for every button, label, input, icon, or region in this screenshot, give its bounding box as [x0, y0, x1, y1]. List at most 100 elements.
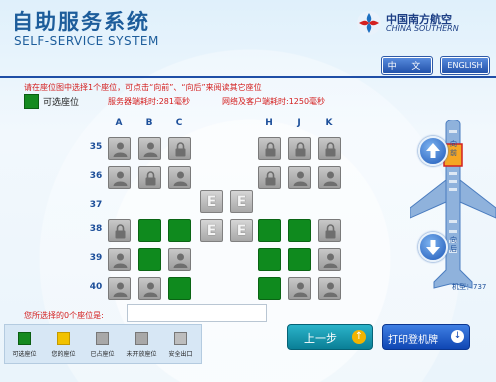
up-arrow-icon: ↑ — [352, 330, 366, 344]
lock-icon — [175, 142, 186, 157]
plane-overview: 向前 向后 — [410, 120, 496, 295]
english-language-button[interactable]: ENGLISH — [440, 56, 490, 75]
exit-icon: E — [236, 222, 247, 239]
previous-step-button[interactable]: 上一步 ↑ — [287, 324, 373, 350]
person-icon — [293, 171, 308, 186]
forward-label: 向前 — [450, 140, 457, 157]
person-icon — [113, 282, 128, 297]
selected-seats-field — [127, 304, 267, 322]
lock-icon — [295, 142, 306, 157]
seat-available[interactable] — [138, 248, 161, 271]
backward-button[interactable] — [418, 232, 448, 262]
print-boarding-pass-button[interactable]: 打印登机牌 ↓ — [382, 324, 470, 350]
seat-selection-screen: 自助服务系统 SELF-SERVICE SYSTEM 中国南方航空 CHINA … — [0, 0, 496, 382]
legend-your-seat-label: 您的座位 — [51, 351, 76, 358]
row-number: 39 — [89, 253, 103, 263]
locked-seat-icon — [135, 332, 148, 345]
seat-available[interactable] — [168, 219, 191, 242]
seat-occupied — [318, 166, 341, 189]
seat-available[interactable] — [288, 248, 311, 271]
forward-button[interactable] — [418, 136, 448, 166]
backward-label: 向后 — [450, 236, 457, 253]
system-title: 自助服务系统 — [12, 10, 150, 34]
seat-occupied — [108, 277, 131, 300]
person-icon — [173, 171, 188, 186]
row-number: 35 — [89, 142, 103, 152]
legend-occupied: 已占座位 — [83, 325, 122, 363]
your-seat-icon — [57, 332, 70, 345]
person-icon — [143, 282, 158, 297]
column-label: J — [297, 118, 301, 128]
legend-exit: 安全出口 — [161, 325, 200, 363]
exit-marker: E — [200, 219, 223, 242]
instruction-text: 请在座位图中选择1个座位，可点击“向前”、“向后”来阅读其它座位 — [24, 83, 262, 92]
row-number: 37 — [89, 200, 103, 210]
legend-available: 可选座位 — [5, 325, 44, 363]
available-seat-icon — [18, 332, 31, 345]
seat-occupied — [168, 248, 191, 271]
legend-occupied-label: 已占座位 — [90, 351, 115, 358]
seat-available[interactable] — [258, 277, 281, 300]
exit-marker: E — [230, 190, 253, 213]
available-seat-swatch — [24, 94, 39, 109]
exit-marker: E — [230, 219, 253, 242]
exit-icon: E — [236, 193, 247, 210]
person-icon — [293, 282, 308, 297]
seat-locked — [258, 137, 281, 160]
down-arrow-icon — [426, 240, 440, 255]
row-number: 38 — [89, 224, 103, 234]
person-icon — [113, 142, 128, 157]
lock-icon — [325, 224, 336, 239]
up-arrow-icon — [426, 143, 440, 158]
column-label: K — [325, 118, 333, 128]
seat-occupied — [108, 248, 131, 271]
seat-occupied — [108, 166, 131, 189]
seat-occupied — [288, 277, 311, 300]
seat-legend: 可选座位 您的座位 已占座位 未开放座位 安全出口 — [4, 324, 202, 364]
legend-unavailable-label: 未开放座位 — [126, 351, 157, 358]
aircraft-model: 机型：737 — [452, 283, 487, 291]
header-divider — [0, 76, 496, 78]
seat-available[interactable] — [168, 277, 191, 300]
person-icon — [323, 253, 338, 268]
seat-occupied — [288, 166, 311, 189]
seat-occupied — [318, 248, 341, 271]
exit-icon: E — [206, 193, 217, 210]
exit-icon: E — [206, 222, 217, 239]
seat-locked — [318, 137, 341, 160]
system-subtitle: SELF-SERVICE SYSTEM — [14, 34, 159, 48]
lock-icon — [115, 224, 126, 239]
seat-locked — [288, 137, 311, 160]
person-icon — [113, 253, 128, 268]
legend-unavailable: 未开放座位 — [122, 325, 161, 363]
seat-locked — [168, 137, 191, 160]
row-number: 40 — [89, 282, 103, 292]
seat-available[interactable] — [258, 248, 281, 271]
seat-occupied — [138, 277, 161, 300]
available-legend-label: 可选座位 — [43, 98, 80, 108]
column-label: C — [175, 118, 183, 128]
seat-locked — [258, 166, 281, 189]
seat-occupied — [108, 137, 131, 160]
logo-text-en: CHINA SOUTHERN — [386, 24, 459, 33]
header: 自助服务系统 SELF-SERVICE SYSTEM 中国南方航空 CHINA … — [0, 0, 496, 52]
legend-exit-label: 安全出口 — [168, 351, 193, 358]
person-icon — [323, 282, 338, 297]
column-label: A — [115, 118, 123, 128]
row-number: 36 — [89, 171, 103, 181]
seat-occupied — [168, 166, 191, 189]
seat-available[interactable] — [138, 219, 161, 242]
server-time-text: 服务器端耗时:281毫秒 — [108, 97, 190, 106]
down-arrow-icon: ↓ — [451, 330, 464, 343]
previous-step-label: 上一步 — [304, 332, 337, 345]
chinese-language-button[interactable]: 中 文 — [381, 56, 433, 75]
legend-available-label: 可选座位 — [12, 351, 37, 358]
column-label: H — [265, 118, 273, 128]
seat-available[interactable] — [258, 219, 281, 242]
seat-occupied — [318, 277, 341, 300]
seat-locked — [108, 219, 131, 242]
print-boarding-pass-label: 打印登机牌 — [388, 335, 438, 346]
network-time-text: 网络及客户端耗时:1250毫秒 — [222, 97, 326, 106]
person-icon — [113, 171, 128, 186]
seat-available[interactable] — [288, 219, 311, 242]
